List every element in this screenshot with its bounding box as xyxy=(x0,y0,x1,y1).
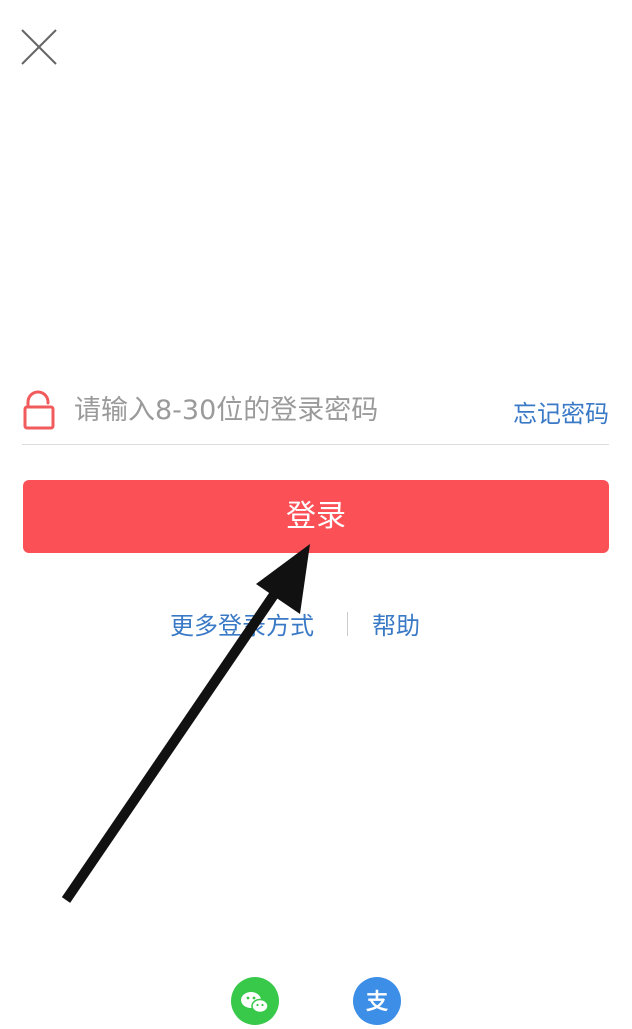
more-login-methods-link[interactable]: 更多登录方式 xyxy=(170,606,314,641)
wechat-login-button[interactable] xyxy=(231,977,279,1025)
login-button[interactable]: 登录 xyxy=(23,480,609,553)
alipay-icon: 支 xyxy=(353,977,401,1025)
lock-icon xyxy=(23,390,55,430)
alipay-login-button[interactable]: 支 xyxy=(353,977,401,1025)
password-row: 忘记密码 xyxy=(22,382,609,444)
password-field[interactable] xyxy=(74,388,494,432)
svg-text:支: 支 xyxy=(366,990,389,1015)
secondary-links: 更多登录方式 帮助 xyxy=(0,606,632,642)
links-divider xyxy=(347,612,348,636)
help-link[interactable]: 帮助 xyxy=(372,606,420,641)
close-icon xyxy=(21,29,57,65)
password-divider xyxy=(22,444,609,445)
wechat-icon xyxy=(231,977,279,1025)
close-button[interactable] xyxy=(18,26,60,68)
forgot-password-link[interactable]: 忘记密码 xyxy=(513,394,609,429)
